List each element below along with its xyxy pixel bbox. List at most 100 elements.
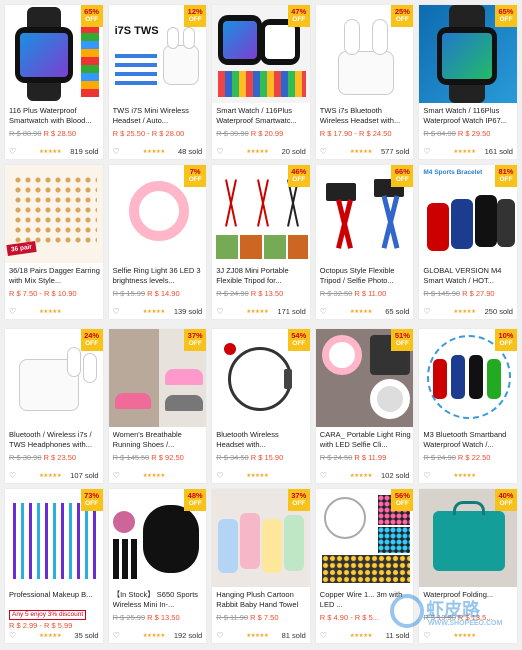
product-image[interactable]: 36 pair	[5, 165, 103, 263]
product-meta: ♡ ★★★★★ 819 sold	[9, 147, 99, 157]
product-card[interactable]: 36 pair 36/18 Pairs Dagger Earring with M…	[4, 164, 104, 320]
ring-light-icon	[321, 335, 362, 375]
product-card[interactable]: 37% OFF Women's Breathable Running Shoes /…	[107, 328, 208, 484]
product-card[interactable]: 65% OFF 116 Plus Waterproof Smartwatch wit…	[4, 4, 104, 160]
sold-count: 81 sold	[281, 631, 306, 640]
sold-count: 171 sold	[277, 307, 306, 316]
product-card[interactable]: 47% OFF Smart Watch / 116Plus Waterproof S…	[211, 4, 311, 160]
product-card[interactable]: M4 Sports Bracelet 81% OFF GLOBAL VERSION …	[418, 164, 518, 320]
heart-icon[interactable]: ♡	[9, 631, 16, 641]
product-title[interactable]: Bluetooth / Wireless i7s / TWS Headphone…	[9, 430, 101, 449]
heart-icon[interactable]: ♡	[113, 307, 120, 317]
sold-count: 250 sold	[484, 307, 513, 316]
heart-icon[interactable]: ♡	[216, 147, 223, 157]
rating-stars-icon: ★★★★★	[453, 309, 476, 315]
product-title[interactable]: Smart Watch / 116Plus Waterproof Watch I…	[423, 106, 515, 125]
product-title[interactable]: M3 Bluetooth Smartband Waterproof Watch …	[423, 430, 515, 449]
heart-icon[interactable]: ♡	[320, 631, 327, 641]
discount-badge: 40% OFF	[494, 489, 517, 511]
product-card[interactable]: 24% OFF Bluetooth / Wireless i7s / TWS Hea…	[4, 328, 104, 484]
product-price: R $ 24.90 R $ 13.50	[216, 289, 310, 298]
product-card[interactable]: 37% OFF Hanging Plush Cartoon Rabbit Baby …	[211, 488, 311, 644]
product-row: 24% OFF Bluetooth / Wireless i7s / TWS Hea…	[4, 328, 518, 484]
product-card[interactable]: 10% OFF M3 Bluetooth Smartband Waterproof …	[418, 328, 518, 484]
original-price: R $ 25.99	[112, 613, 146, 622]
product-card[interactable]: 65% OFF Smart Watch / 116Plus Waterproof W…	[418, 4, 518, 160]
discount-badge: 25% OFF	[391, 5, 414, 27]
product-title[interactable]: 【In Stock】 S650 Sports Wireless Mini In-…	[113, 590, 205, 609]
current-price: R $ 23.50	[43, 453, 77, 462]
product-meta: ♡ ★★★★★	[216, 471, 306, 481]
discount-badge: 10% OFF	[494, 329, 517, 351]
product-title[interactable]: GLOBAL VERSION M4 Smart Watch / HOT...	[423, 266, 515, 285]
product-title[interactable]: TWS i7S Mini Wireless Headset / Auto...	[113, 106, 205, 125]
product-price: R $ 80.90 R $ 28.50	[9, 129, 103, 138]
product-card[interactable]: 51% OFF CARA_ Portable Light Ring with LED…	[314, 328, 415, 484]
headset-icon	[228, 347, 293, 411]
rating-stars-icon: ★★★★★	[39, 149, 62, 155]
sold-count: 102 sold	[381, 471, 410, 480]
original-price: R $ 24.90	[216, 289, 249, 298]
product-card[interactable]: i7S TWS 12% OFF TWS i7S Mini Wireless Head…	[107, 4, 208, 160]
product-title[interactable]: 3J ZJ08 Mini Portable Flexible Tripod fo…	[216, 266, 308, 285]
discount-badge: 65% OFF	[80, 5, 103, 27]
product-price: R $ 34.50 R $ 15.90	[216, 453, 310, 462]
product-title[interactable]: Octopus Style Flexible Tripod / Selfie P…	[320, 266, 412, 285]
watermark-url: WWW.SHOPEEO.COM	[428, 620, 503, 627]
rating-stars-icon: ★★★★★	[349, 309, 373, 315]
product-title[interactable]: Bluetooth Wireless Headset with...	[216, 430, 308, 449]
product-title[interactable]: Women's Breathable Running Shoes /...	[113, 430, 205, 449]
original-price: R $ 11.90	[216, 613, 249, 622]
product-meta: ♡ ★★★★★ 107 sold	[9, 471, 99, 481]
heart-icon[interactable]: ♡	[423, 471, 430, 481]
product-meta: ♡ ★★★★★ 139 sold	[113, 307, 203, 317]
product-card[interactable]: 7% OFF Selfie Ring Light 36 LED 3 brightne…	[107, 164, 208, 320]
product-price: R $ 24.90 R $ 22.50	[423, 453, 517, 462]
current-price: R $ 13.50	[147, 613, 180, 622]
product-title[interactable]: Hanging Plush Cartoon Rabbit Baby Hand T…	[216, 590, 308, 609]
product-title[interactable]: 36/18 Pairs Dagger Earring with Mix Styl…	[9, 266, 101, 285]
heart-icon[interactable]: ♡	[9, 471, 16, 481]
heart-icon[interactable]: ♡	[216, 471, 223, 481]
heart-icon[interactable]: ♡	[113, 631, 120, 641]
watermark: 虾皮路 WWW.SHOPEEO.COM	[386, 590, 516, 640]
heart-icon[interactable]: ♡	[423, 147, 430, 157]
heart-icon[interactable]: ♡	[9, 147, 16, 157]
original-price: R $ 24.50	[319, 453, 353, 462]
towel-icon	[218, 519, 239, 573]
product-card[interactable]: 73% OFF Professional Makeup B... Any 5 enjo…	[4, 488, 104, 644]
product-price: R $ 84.90 R $ 29.50	[423, 129, 517, 138]
heart-icon[interactable]: ♡	[216, 631, 223, 641]
product-card[interactable]: 25% OFF TWS i7s Bluetooth Wireless Headset…	[314, 4, 415, 160]
product-title[interactable]: Selfie Ring Light 36 LED 3 brightness le…	[113, 266, 205, 285]
product-price: R $ 7.50 - R $ 10.90	[9, 289, 103, 298]
product-card[interactable]: 54% OFF Bluetooth Wireless Headset with...…	[211, 328, 311, 484]
product-card[interactable]: 48% OFF 【In Stock】 S650 Sports Wireless Mi…	[107, 488, 208, 644]
rating-stars-icon: ★★★★★	[349, 149, 373, 155]
product-title[interactable]: CARA_ Portable Light Ring with LED Selfi…	[320, 430, 412, 449]
product-price: R $ 39.90 R $ 20.99	[216, 129, 310, 138]
heart-icon[interactable]: ♡	[423, 307, 430, 317]
heart-icon[interactable]: ♡	[320, 471, 327, 481]
product-title[interactable]: Smart Watch / 116Plus Waterproof Smartwa…	[216, 106, 308, 125]
product-price: R $ 15.99 R $ 14.90	[113, 289, 207, 298]
earbud-case-icon	[162, 45, 199, 85]
current-price: R $ 7.50	[250, 613, 279, 622]
product-card[interactable]: 66% OFF Octopus Style Flexible Tripod / Se…	[314, 164, 415, 320]
rating-stars-icon: ★★★★★	[349, 473, 373, 479]
product-price: R $ 11.90 R $ 7.50	[216, 613, 310, 622]
current-price: R $ 11.99	[354, 453, 387, 462]
heart-icon[interactable]: ♡	[113, 471, 120, 481]
product-title[interactable]: TWS i7s Bluetooth Wireless Headset with.…	[320, 106, 412, 125]
heart-icon[interactable]: ♡	[9, 307, 16, 317]
heart-icon[interactable]: ♡	[320, 147, 327, 157]
product-title[interactable]: 116 Plus Waterproof Smartwatch with Bloo…	[9, 106, 101, 125]
watch-icon	[437, 27, 498, 85]
rating-stars-icon: ★★★★★	[246, 473, 269, 479]
product-title[interactable]: Professional Makeup B...	[9, 590, 101, 609]
heart-icon[interactable]: ♡	[113, 147, 120, 157]
product-card[interactable]: 46% OFF 3J ZJ08 Mini Portable Flexible Tri…	[211, 164, 311, 320]
heart-icon[interactable]: ♡	[320, 307, 327, 317]
promo-tag: Any 5 enjoy 3% discount	[9, 610, 87, 620]
heart-icon[interactable]: ♡	[216, 307, 223, 317]
